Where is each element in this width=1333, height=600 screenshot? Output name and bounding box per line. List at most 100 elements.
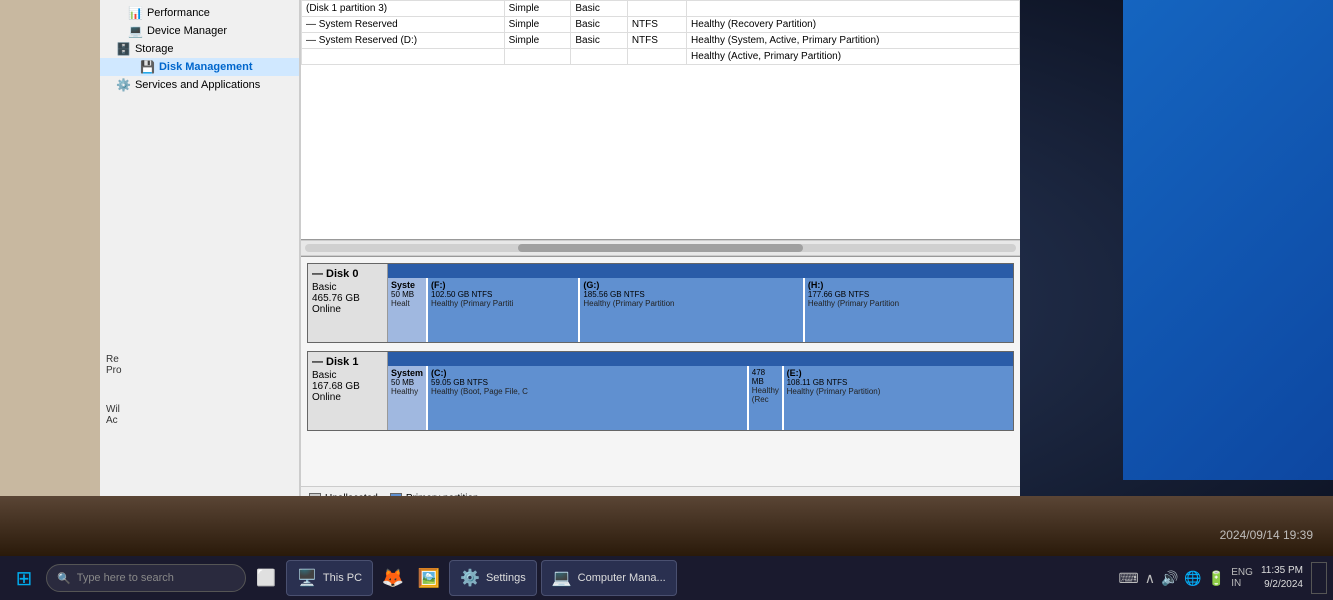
cell-fs: NTFS — [627, 17, 686, 33]
partition-table-container[interactable]: (Disk 1 partition 3) Simple Basic — Syst… — [301, 0, 1020, 240]
sidebar-item-performance[interactable]: 📊 Performance — [100, 4, 299, 22]
cell-volume: (Disk 1 partition 3) — [302, 1, 505, 17]
chevron-up-icon[interactable]: ∧ — [1145, 570, 1155, 587]
disk1-name: — Disk 1 — [312, 356, 383, 368]
cell-layout: Simple — [504, 33, 571, 49]
sidebar-item-performance-label: Performance — [147, 7, 210, 19]
cell-volume — [302, 49, 505, 65]
task-view-button[interactable]: ⬜ — [250, 562, 282, 594]
battery-icon[interactable]: 🔋 — [1208, 570, 1225, 587]
table-row[interactable]: — System Reserved (D:) Simple Basic NTFS… — [302, 33, 1020, 49]
part-size: 50 MB — [391, 378, 423, 387]
disk1-status: Online — [312, 392, 383, 403]
keyboard-icon: ⌨ — [1118, 570, 1138, 587]
cell-type: Basic — [571, 17, 627, 33]
disk0-status: Online — [312, 304, 383, 315]
disk1-parts-row: System 50 MB Healthy (C:) 59.05 GB NTFS … — [388, 366, 1013, 430]
show-desktop-button[interactable] — [1311, 562, 1327, 594]
system-tray: ⌨ ∧ 🔊 🌐 🔋 ENGIN 11:35 PM 9/2/2024 — [1118, 562, 1327, 594]
firefox-icon: 🦊 — [382, 568, 404, 589]
cell-volume: — System Reserved (D:) — [302, 33, 505, 49]
cell-layout — [504, 49, 571, 65]
this-pc-label: This PC — [323, 572, 362, 584]
partition-table: (Disk 1 partition 3) Simple Basic — Syst… — [301, 0, 1020, 65]
tray-clock[interactable]: 11:35 PM 9/2/2024 — [1261, 564, 1303, 592]
computer-mgmt-label: Computer Mana... — [578, 572, 666, 584]
table-row[interactable]: (Disk 1 partition 3) Simple Basic — [302, 1, 1020, 17]
disk0-info: — Disk 0 Basic 465.76 GB Online — [308, 264, 388, 342]
horizontal-scrollbar[interactable] — [301, 240, 1020, 256]
sidebar-item-storage-label: Storage — [135, 43, 174, 55]
watermark: 2024/09/14 19:39 — [1220, 528, 1313, 542]
cell-status — [687, 1, 1020, 17]
taskbar-app-firefox[interactable]: 🦊 — [377, 562, 409, 594]
disk1-part-e[interactable]: (E:) 108.11 GB NTFS Healthy (Primary Par… — [784, 366, 1013, 430]
part-size: 102.50 GB NTFS — [431, 290, 575, 299]
tray-date: 9/2/2024 — [1261, 578, 1303, 592]
storage-icon: 🗄️ — [116, 42, 131, 56]
disk0-part-g[interactable]: (G:) 185.56 GB NTFS Healthy (Primary Par… — [580, 278, 805, 342]
part-size: 478 MB — [752, 368, 779, 386]
part-label: System — [391, 368, 423, 378]
tray-icons: ⌨ ∧ 🔊 🌐 🔋 ENGIN — [1118, 567, 1252, 589]
part-status: Healthy (Primary Partition — [583, 299, 800, 308]
settings-icon: ⚙️ — [460, 568, 480, 588]
start-button[interactable]: ⊞ — [6, 560, 42, 596]
disk0-part-system[interactable]: Syste 50 MB Healt — [388, 278, 428, 342]
sidebar-item-device-manager[interactable]: 💻 Device Manager — [100, 22, 299, 40]
photos-icon: 🖼️ — [418, 568, 440, 589]
sidebar-item-disk-management[interactable]: 💾 Disk Management — [100, 58, 299, 76]
disk1-part-system[interactable]: System 50 MB Healthy — [388, 366, 428, 430]
cell-layout: Simple — [504, 1, 571, 17]
taskbar-search[interactable]: 🔍 Type here to search — [46, 564, 246, 592]
this-pc-icon: 🖥️ — [297, 568, 317, 588]
sidebar-item-services[interactable]: ⚙️ Services and Applications — [100, 76, 299, 94]
sidebar-partial-re: RePro — [100, 350, 128, 380]
cell-status: Healthy (System, Active, Primary Partiti… — [687, 33, 1020, 49]
taskbar-app-photos[interactable]: 🖼️ — [413, 562, 445, 594]
sidebar-item-storage[interactable]: 🗄️ Storage — [100, 40, 299, 58]
speaker-icon[interactable]: 🔊 — [1161, 570, 1178, 587]
lang-label: ENGIN — [1231, 567, 1253, 589]
part-label: (F:) — [431, 280, 575, 290]
sidebar-item-disk-management-label: Disk Management — [159, 61, 253, 73]
part-status: Healthy (Primary Partiti — [431, 299, 575, 308]
table-row[interactable]: Healthy (Active, Primary Partition) — [302, 49, 1020, 65]
cell-type: Basic — [571, 33, 627, 49]
content-area: (Disk 1 partition 3) Simple Basic — Syst… — [300, 0, 1020, 510]
disk1-info: — Disk 1 Basic 167.68 GB Online — [308, 352, 388, 430]
disk0-parts-row: Syste 50 MB Healt (F:) 102.50 GB NTFS He… — [388, 278, 1013, 342]
taskbar-app-this-pc[interactable]: 🖥️ This PC — [286, 560, 373, 596]
part-size: 185.56 GB NTFS — [583, 290, 800, 299]
disk0-part-h[interactable]: (H:) 177.66 GB NTFS Healthy (Primary Par… — [805, 278, 1013, 342]
disk-visual-area: — Disk 0 Basic 465.76 GB Online Syste 50… — [301, 256, 1020, 486]
part-size: 50 MB — [391, 290, 423, 299]
taskbar-app-settings[interactable]: ⚙️ Settings — [449, 560, 537, 596]
taskbar-app-computer-mgmt[interactable]: 💻 Computer Mana... — [541, 560, 677, 596]
disk0-size: 465.76 GB — [312, 293, 383, 304]
taskbar: ⊞ 🔍 Type here to search ⬜ 🖥️ This PC 🦊 🖼… — [0, 556, 1333, 600]
disk1-part-unalloc[interactable]: 478 MB Healthy (Rec — [749, 366, 784, 430]
table-row[interactable]: — System Reserved Simple Basic NTFS Heal… — [302, 17, 1020, 33]
disk1-partitions: System 50 MB Healthy (C:) 59.05 GB NTFS … — [388, 352, 1013, 430]
search-icon: 🔍 — [57, 572, 71, 585]
disk1-block: — Disk 1 Basic 167.68 GB Online System 5… — [307, 351, 1014, 431]
part-status: Healthy (Primary Partition — [808, 299, 1010, 308]
disk1-part-c[interactable]: (C:) 59.05 GB NTFS Healthy (Boot, Page F… — [428, 366, 749, 430]
disk0-partitions: Syste 50 MB Healt (F:) 102.50 GB NTFS He… — [388, 264, 1013, 342]
disk0-part-f[interactable]: (F:) 102.50 GB NTFS Healthy (Primary Par… — [428, 278, 580, 342]
part-label: (G:) — [583, 280, 800, 290]
part-status: Healthy (Boot, Page File, C — [431, 387, 744, 396]
task-view-icon: ⬜ — [256, 568, 276, 588]
cell-layout: Simple — [504, 17, 571, 33]
scroll-thumb — [518, 244, 802, 252]
part-status: Healt — [391, 299, 423, 308]
disk1-type: Basic — [312, 370, 383, 381]
scroll-track — [305, 244, 1016, 252]
left-bezel — [0, 0, 100, 510]
services-icon: ⚙️ — [116, 78, 131, 92]
part-status: Healthy — [391, 387, 423, 396]
computer-mgmt-icon: 💻 — [552, 568, 572, 588]
network-icon[interactable]: 🌐 — [1184, 570, 1201, 587]
search-placeholder: Type here to search — [77, 572, 174, 584]
